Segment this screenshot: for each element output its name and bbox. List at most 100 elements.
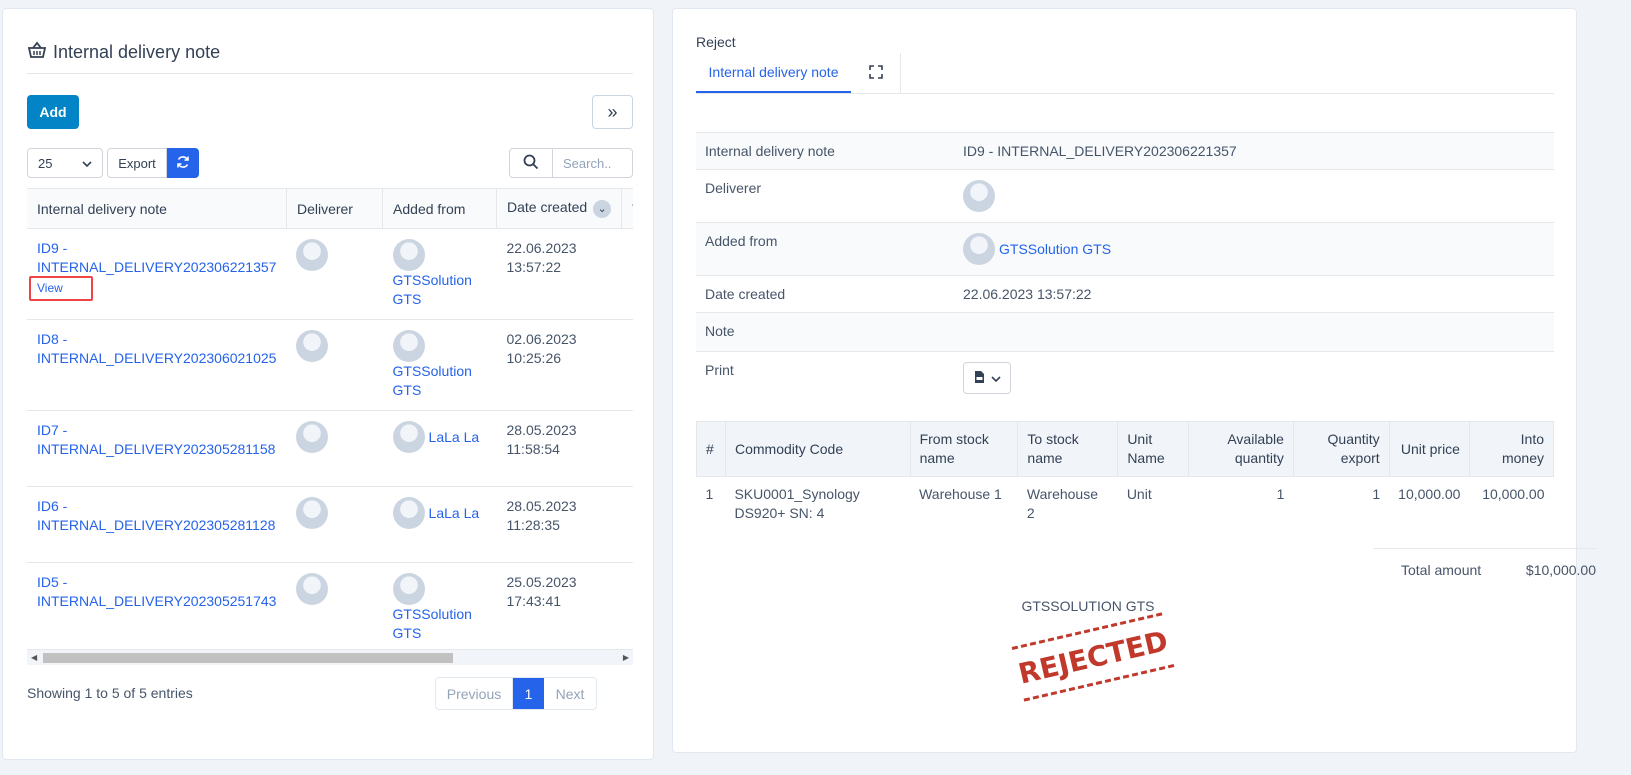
items-header-qty: Quantity export	[1292, 421, 1390, 477]
search-button[interactable]	[509, 148, 553, 178]
info-value: ID9 - INTERNAL_DELIVERY202306221357	[954, 132, 1554, 170]
export-button[interactable]: Export	[107, 148, 167, 178]
pagination-next[interactable]: Next	[544, 678, 596, 709]
added-from-link[interactable]: GTSSolution GTS	[393, 362, 487, 400]
date-created: 02.06.2023 10:25:26	[496, 319, 622, 411]
item-code: SKU0001_Synology DS920+ SN: 4	[734, 486, 860, 521]
scroll-left-icon[interactable]: ◀	[31, 653, 37, 662]
note-link[interactable]: ID5 - INTERNAL_DELIVERY202305251743	[37, 573, 276, 611]
info-label: Added from	[696, 222, 954, 276]
date-created: 28.05.2023 11:58:54	[496, 410, 622, 487]
add-button[interactable]: Add	[27, 95, 79, 129]
items-header-price: Unit price	[1388, 421, 1470, 477]
deliverer-avatar	[296, 421, 329, 453]
print-dropdown-button[interactable]	[963, 362, 1011, 394]
total-value: $10,000.00	[1525, 562, 1596, 578]
page-size-select[interactable]: 25	[27, 148, 103, 178]
toggle-detail-button[interactable]: »	[592, 95, 633, 129]
horizontal-scrollbar[interactable]: ◀ ▶	[27, 649, 633, 665]
added-from-cell: GTSSolution GTS	[392, 330, 487, 400]
column-header-note[interactable]: Internal delivery note	[27, 188, 287, 229]
note-link[interactable]: ID7 - INTERNAL_DELIVERY202305281158	[37, 421, 276, 459]
scroll-right-icon[interactable]: ▶	[623, 653, 629, 662]
added-from-link[interactable]: LaLa La	[429, 504, 480, 523]
sort-desc-icon[interactable]: ⌄	[593, 199, 612, 218]
pagination-page-1[interactable]: 1	[513, 678, 544, 709]
date-created: 22.06.2023 13:57:22	[496, 228, 622, 320]
deliverer-avatar	[296, 330, 329, 362]
pagination: Previous 1 Next	[435, 677, 597, 710]
date-created: 28.05.2023 11:28:35	[496, 486, 622, 563]
scrollbar-thumb[interactable]	[43, 653, 453, 663]
info-label: Note	[696, 312, 954, 352]
table-row: ID6 - INTERNAL_DELIVERY202305281128 LaLa…	[27, 486, 633, 563]
search-icon	[523, 154, 539, 173]
status-label: Reject	[696, 34, 736, 50]
info-label: Deliverer	[696, 169, 954, 223]
item-qty: 1	[1372, 486, 1381, 502]
added-from-avatar	[392, 330, 425, 362]
page-size-value: 25	[38, 155, 53, 171]
pagination-previous[interactable]: Previous	[436, 678, 513, 709]
info-value: 22.06.2023 13:57:22	[954, 275, 1554, 313]
delivery-note-detail-panel: Reject Internal delivery note Internal d…	[672, 8, 1596, 753]
added-from-link[interactable]: GTSSolution GTS	[999, 241, 1111, 257]
table-row: ID8 - INTERNAL_DELIVERY202306021025 GTSS…	[27, 319, 633, 411]
column-header-more[interactable]: T	[621, 188, 633, 229]
total-label: Total amount	[1401, 562, 1482, 578]
delivery-note-table-wrapper: Internal delivery note Deliverer Added f…	[27, 188, 633, 668]
items-header-code: Commodity Code	[724, 421, 911, 477]
added-from-link[interactable]: GTSSolution GTS	[393, 605, 487, 643]
note-link[interactable]: ID9 - INTERNAL_DELIVERY202306221357	[37, 239, 276, 277]
fullscreen-button[interactable]	[851, 53, 901, 93]
tab-internal-delivery-note[interactable]: Internal delivery note	[696, 53, 851, 93]
items-header-to: To stock name	[1017, 421, 1119, 477]
table-row: ID5 - INTERNAL_DELIVERY202305251743 GTSS…	[27, 562, 633, 654]
chevron-down-icon	[990, 370, 1001, 386]
delivery-note-table: Internal delivery note Deliverer Added f…	[27, 188, 633, 654]
note-link[interactable]: ID6 - INTERNAL_DELIVERY202305281128	[37, 497, 276, 535]
added-from-cell: GTSSolution GTS	[392, 573, 487, 643]
note-link[interactable]: ID8 - INTERNAL_DELIVERY202306021025	[37, 330, 276, 368]
table-row: ID9 - INTERNAL_DELIVERY202306221357 View…	[27, 228, 633, 320]
search-input[interactable]	[552, 148, 633, 178]
company-name: GTSSOLUTION GTS	[1021, 598, 1155, 614]
date-created: 25.05.2023 17:43:41	[496, 562, 622, 654]
added-from-avatar	[963, 233, 995, 265]
item-no: 1	[705, 486, 714, 502]
added-from-avatar	[392, 573, 425, 605]
item-unit: Unit	[1126, 486, 1152, 502]
items-header-no: #	[696, 421, 726, 477]
info-row: Internal delivery note ID9 - INTERNAL_DE…	[696, 132, 1554, 170]
panel-title: Internal delivery note	[27, 40, 220, 64]
added-from-cell: GTSSolution GTS	[392, 239, 487, 309]
added-from-cell: LaLa La	[392, 497, 487, 529]
total-amount-row: Total amount $10,000.00	[1374, 548, 1596, 578]
divider	[27, 73, 633, 74]
deliverer-avatar	[296, 239, 329, 271]
added-from-avatar	[392, 239, 425, 271]
added-from-avatar	[392, 497, 425, 529]
column-header-deliverer[interactable]: Deliverer	[286, 188, 384, 229]
items-header-available: Available quantity	[1188, 421, 1294, 477]
refresh-button[interactable]	[167, 148, 199, 178]
panel-title-text: Internal delivery note	[53, 41, 221, 62]
added-from-link[interactable]: LaLa La	[429, 428, 480, 447]
chevron-down-icon	[82, 156, 92, 171]
entries-info: Showing 1 to 5 of 5 entries	[27, 685, 193, 701]
item-to: Warehouse 2	[1026, 486, 1098, 521]
added-from-link[interactable]: GTSSolution GTS	[393, 271, 487, 309]
column-header-date-created[interactable]: Date created ⌄	[496, 188, 623, 229]
view-link-highlight	[29, 276, 93, 301]
column-header-date-label: Date created	[507, 199, 588, 216]
column-header-added-from[interactable]: Added from	[382, 188, 498, 229]
refresh-icon	[176, 155, 190, 172]
added-from-cell: LaLa La	[392, 421, 487, 453]
deliverer-avatar	[296, 497, 329, 529]
item-money: 10,000.00	[1482, 486, 1545, 502]
items-header-unit: Unit Name	[1117, 421, 1190, 477]
detail-info-table: Internal delivery note ID9 - INTERNAL_DE…	[696, 132, 1554, 404]
items-header-money: Into money	[1468, 421, 1555, 477]
item-price: 10,000.00	[1398, 486, 1461, 502]
item-from: Warehouse 1	[919, 486, 1002, 502]
